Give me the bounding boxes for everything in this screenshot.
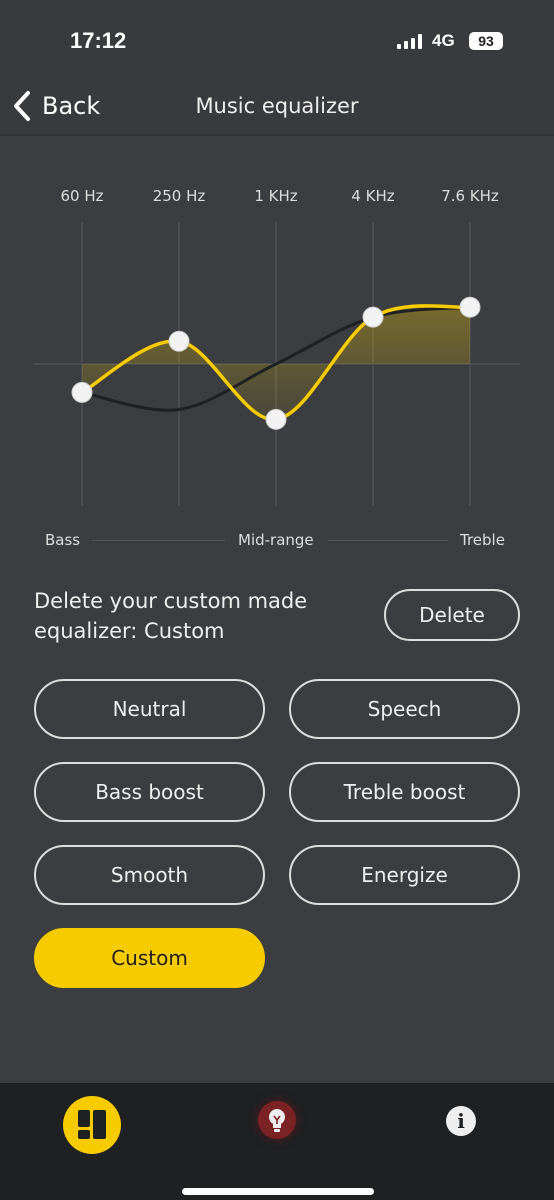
preset-neutral-button[interactable]: Neutral	[34, 679, 265, 739]
preset-smooth-button[interactable]: Smooth	[34, 845, 265, 905]
treble-label: Treble	[460, 531, 505, 549]
band-handle[interactable]	[459, 296, 481, 318]
info-icon: i	[457, 1109, 465, 1133]
network-type: 4G	[432, 31, 455, 50]
bass-label: Bass	[45, 531, 81, 549]
band-handle[interactable]	[362, 306, 384, 328]
status-bar: 17:12 4G 93	[0, 0, 554, 80]
tab-tips[interactable]	[258, 1101, 296, 1139]
equalizer-graph[interactable]	[0, 140, 554, 520]
preset-speech-button[interactable]: Speech	[289, 679, 520, 739]
mid-range-label: Mid-range	[238, 531, 314, 549]
tab-dashboard[interactable]	[63, 1096, 121, 1154]
nav-bar: Back Music equalizer	[0, 80, 554, 136]
page-title: Music equalizer	[195, 94, 359, 118]
delete-description: Delete your custom made equalizer: Custo…	[34, 589, 308, 643]
axis-divider	[328, 540, 448, 541]
axis-divider	[92, 540, 225, 541]
battery-icon: 93	[469, 32, 503, 50]
delete-button[interactable]: Delete	[384, 589, 520, 641]
lightbulb-icon	[269, 1109, 285, 1132]
dashboard-icon	[78, 1110, 106, 1139]
band-handle[interactable]	[71, 381, 93, 403]
tab-info[interactable]: i	[446, 1106, 476, 1136]
tab-bar: i	[0, 1083, 554, 1200]
preset-treble-boost-button[interactable]: Treble boost	[289, 762, 520, 822]
preset-custom-button[interactable]: Custom	[34, 928, 265, 988]
band-handle[interactable]	[265, 408, 287, 430]
preset-energize-button[interactable]: Energize	[289, 845, 520, 905]
signal-icon	[397, 34, 422, 49]
band-handle[interactable]	[168, 330, 190, 352]
preset-bass-boost-button[interactable]: Bass boost	[34, 762, 265, 822]
home-indicator	[182, 1188, 374, 1195]
status-time: 17:12	[70, 28, 127, 53]
